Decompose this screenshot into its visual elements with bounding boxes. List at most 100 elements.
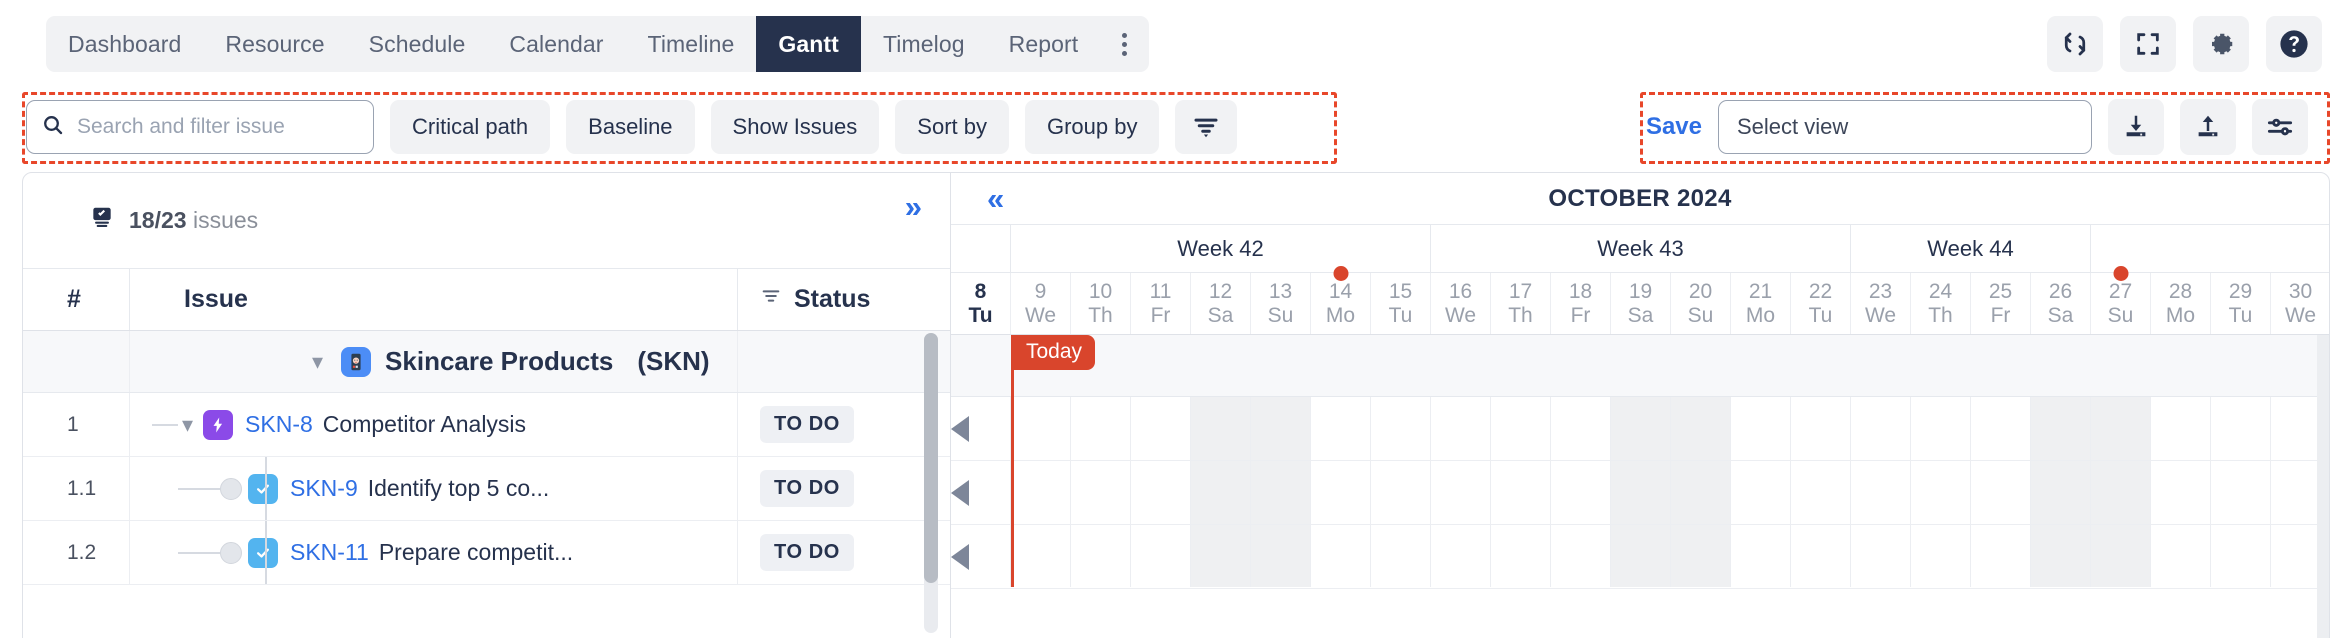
table-row[interactable]: 1 ▾ SKN-8 Competitor Analysis TO DO [23, 393, 950, 457]
day-of-week: Mo [2165, 303, 2196, 327]
row-status-cell[interactable]: TO DO [737, 521, 950, 584]
nav-tab-timeline[interactable]: Timeline [626, 16, 757, 72]
gantt-day-header-cell[interactable]: 25 Fr [1971, 273, 2031, 334]
issues-vertical-scrollbar[interactable] [924, 333, 938, 633]
table-row[interactable]: 1.2 SKN-11 Prepare competit... TO DO [23, 521, 950, 585]
gantt-day-header-cell[interactable]: 19 Sa [1611, 273, 1671, 334]
view-save-group: Save [1634, 99, 2322, 155]
gantt-day-header-cell[interactable]: 28 Mo [2151, 273, 2211, 334]
gantt-day-header-cell[interactable]: 27 Su [2091, 266, 2151, 334]
save-button[interactable]: Save [1634, 113, 1702, 141]
nav-tab-timelog[interactable]: Timelog [861, 16, 987, 72]
fullscreen-icon[interactable] [2120, 16, 2176, 72]
show-issues-button[interactable]: Show Issues [710, 100, 880, 154]
nav-tab-schedule[interactable]: Schedule [347, 16, 488, 72]
search-input-wrapper[interactable] [26, 100, 374, 154]
gantt-day-header-cell[interactable]: 26 Sa [2031, 273, 2091, 334]
gantt-vertical-scrollbar[interactable] [2317, 335, 2329, 638]
day-of-week: We [1864, 303, 1897, 327]
milestone-dot-icon [1333, 266, 1348, 281]
search-input[interactable] [77, 115, 359, 139]
issue-group-row[interactable]: ▾ Skincare Products (SKN) [23, 331, 950, 393]
issue-type-epic-icon [203, 409, 234, 440]
group-by-button[interactable]: Group by [1024, 100, 1160, 154]
day-number: 23 [1868, 279, 1893, 303]
gantt-day-header-cell[interactable]: 22 Tu [1791, 273, 1851, 334]
day-number: 12 [1208, 279, 1233, 303]
filter-funnel-icon[interactable] [1175, 100, 1238, 154]
group-row-issue: ▾ Skincare Products (SKN) [129, 331, 737, 392]
day-number: 20 [1688, 279, 1713, 303]
day-of-week: Tu [2228, 303, 2253, 327]
column-header-issue[interactable]: Issue [129, 269, 737, 330]
chevron-down-icon[interactable]: ▾ [182, 413, 193, 436]
sort-by-button[interactable]: Sort by [895, 100, 1009, 154]
gantt-day-header-cell[interactable]: 20 Su [1671, 273, 1731, 334]
tree-connector [152, 423, 178, 426]
gantt-bar-offscreen-arrow-icon[interactable] [951, 415, 969, 442]
import-download-icon[interactable] [2108, 99, 2164, 155]
issue-summary: Competitor Analysis [322, 411, 527, 437]
gantt-day-header-cell[interactable]: 10 Th [1071, 273, 1131, 334]
table-row[interactable]: 1.1 SKN-9 Identify top 5 co... TO DO [23, 457, 950, 521]
issue-key-link[interactable]: SKN-8 [245, 411, 313, 438]
day-of-week: Th [1508, 303, 1533, 327]
nav-tab-gantt[interactable]: Gantt [756, 16, 861, 72]
gantt-day-header-cell[interactable]: 16 We [1431, 273, 1491, 334]
refresh-icon[interactable] [2047, 16, 2103, 72]
gantt-day-header-cell[interactable]: 30 We [2271, 273, 2329, 334]
gantt-day-header-cell[interactable]: 14 Mo [1311, 266, 1371, 334]
row-status-cell[interactable]: TO DO [737, 457, 950, 520]
export-upload-icon[interactable] [2180, 99, 2236, 155]
gantt-day-header-cell[interactable]: 18 Fr [1551, 273, 1611, 334]
gantt-day-header-cell[interactable]: 11 Fr [1131, 273, 1191, 334]
issue-key-link[interactable]: SKN-9 [290, 475, 358, 502]
gantt-task-row[interactable] [951, 397, 2329, 461]
nav-tab-report[interactable]: Report [987, 16, 1101, 72]
chevron-down-icon[interactable]: ▾ [312, 350, 323, 373]
nav-tab-resource[interactable]: Resource [203, 16, 346, 72]
filter-icon[interactable] [760, 285, 782, 314]
gantt-day-header-cell[interactable]: 21 Mo [1731, 273, 1791, 334]
gantt-day-header-cell[interactable]: 15 Tu [1371, 273, 1431, 334]
tree-connector [178, 551, 220, 554]
kebab-menu-icon[interactable] [1100, 16, 1149, 72]
gantt-day-header-cell[interactable]: 23 We [1851, 273, 1911, 334]
project-avatar-icon [341, 346, 372, 377]
help-icon[interactable] [2266, 16, 2322, 72]
baseline-button[interactable]: Baseline [566, 100, 695, 154]
view-settings-sliders-icon[interactable] [2252, 99, 2308, 155]
gantt-day-header-cell[interactable]: 17 Th [1491, 273, 1551, 334]
gantt-day-header-cell[interactable]: 8 Tu [951, 273, 1011, 334]
chevron-double-right-icon[interactable]: » [905, 191, 922, 222]
tree-node-dot[interactable] [220, 541, 242, 564]
gantt-task-row[interactable] [951, 525, 2329, 589]
gantt-day-header-cell[interactable]: 9 We [1011, 273, 1071, 334]
gantt-bar-offscreen-arrow-icon[interactable] [951, 543, 969, 570]
column-header-number[interactable]: # [23, 285, 129, 314]
gear-icon[interactable] [2193, 16, 2249, 72]
scrollbar-thumb[interactable] [924, 333, 938, 583]
select-view-wrapper[interactable] [1718, 100, 2092, 154]
select-view-input[interactable] [1737, 114, 2073, 140]
nav-tab-calendar[interactable]: Calendar [487, 16, 625, 72]
row-status-cell[interactable]: TO DO [737, 393, 950, 456]
day-number: 27 [2108, 279, 2133, 303]
chevron-double-left-icon[interactable]: « [951, 183, 1004, 214]
gantt-day-header-cell[interactable]: 24 Th [1911, 273, 1971, 334]
today-marker-line [1011, 335, 1014, 587]
nav-tab-dashboard[interactable]: Dashboard [46, 16, 203, 72]
gantt-task-row[interactable] [951, 461, 2329, 525]
gantt-day-header-cell[interactable]: 12 Sa [1191, 273, 1251, 334]
day-of-week: We [1024, 303, 1057, 327]
issue-key-link[interactable]: SKN-11 [290, 539, 369, 566]
gantt-day-header-cell[interactable]: 29 Tu [2211, 273, 2271, 334]
group-row-code: (SKN) [637, 346, 710, 376]
gantt-month-header: « OCTOBER 2024 [951, 173, 2329, 225]
gantt-bar-offscreen-arrow-icon[interactable] [951, 479, 969, 506]
critical-path-button[interactable]: Critical path [390, 100, 551, 154]
gantt-day-header-cell[interactable]: 13 Su [1251, 273, 1311, 334]
row-number: 1.1 [67, 476, 97, 500]
tree-node-dot[interactable] [220, 477, 242, 500]
column-header-status[interactable]: Status [737, 269, 950, 330]
